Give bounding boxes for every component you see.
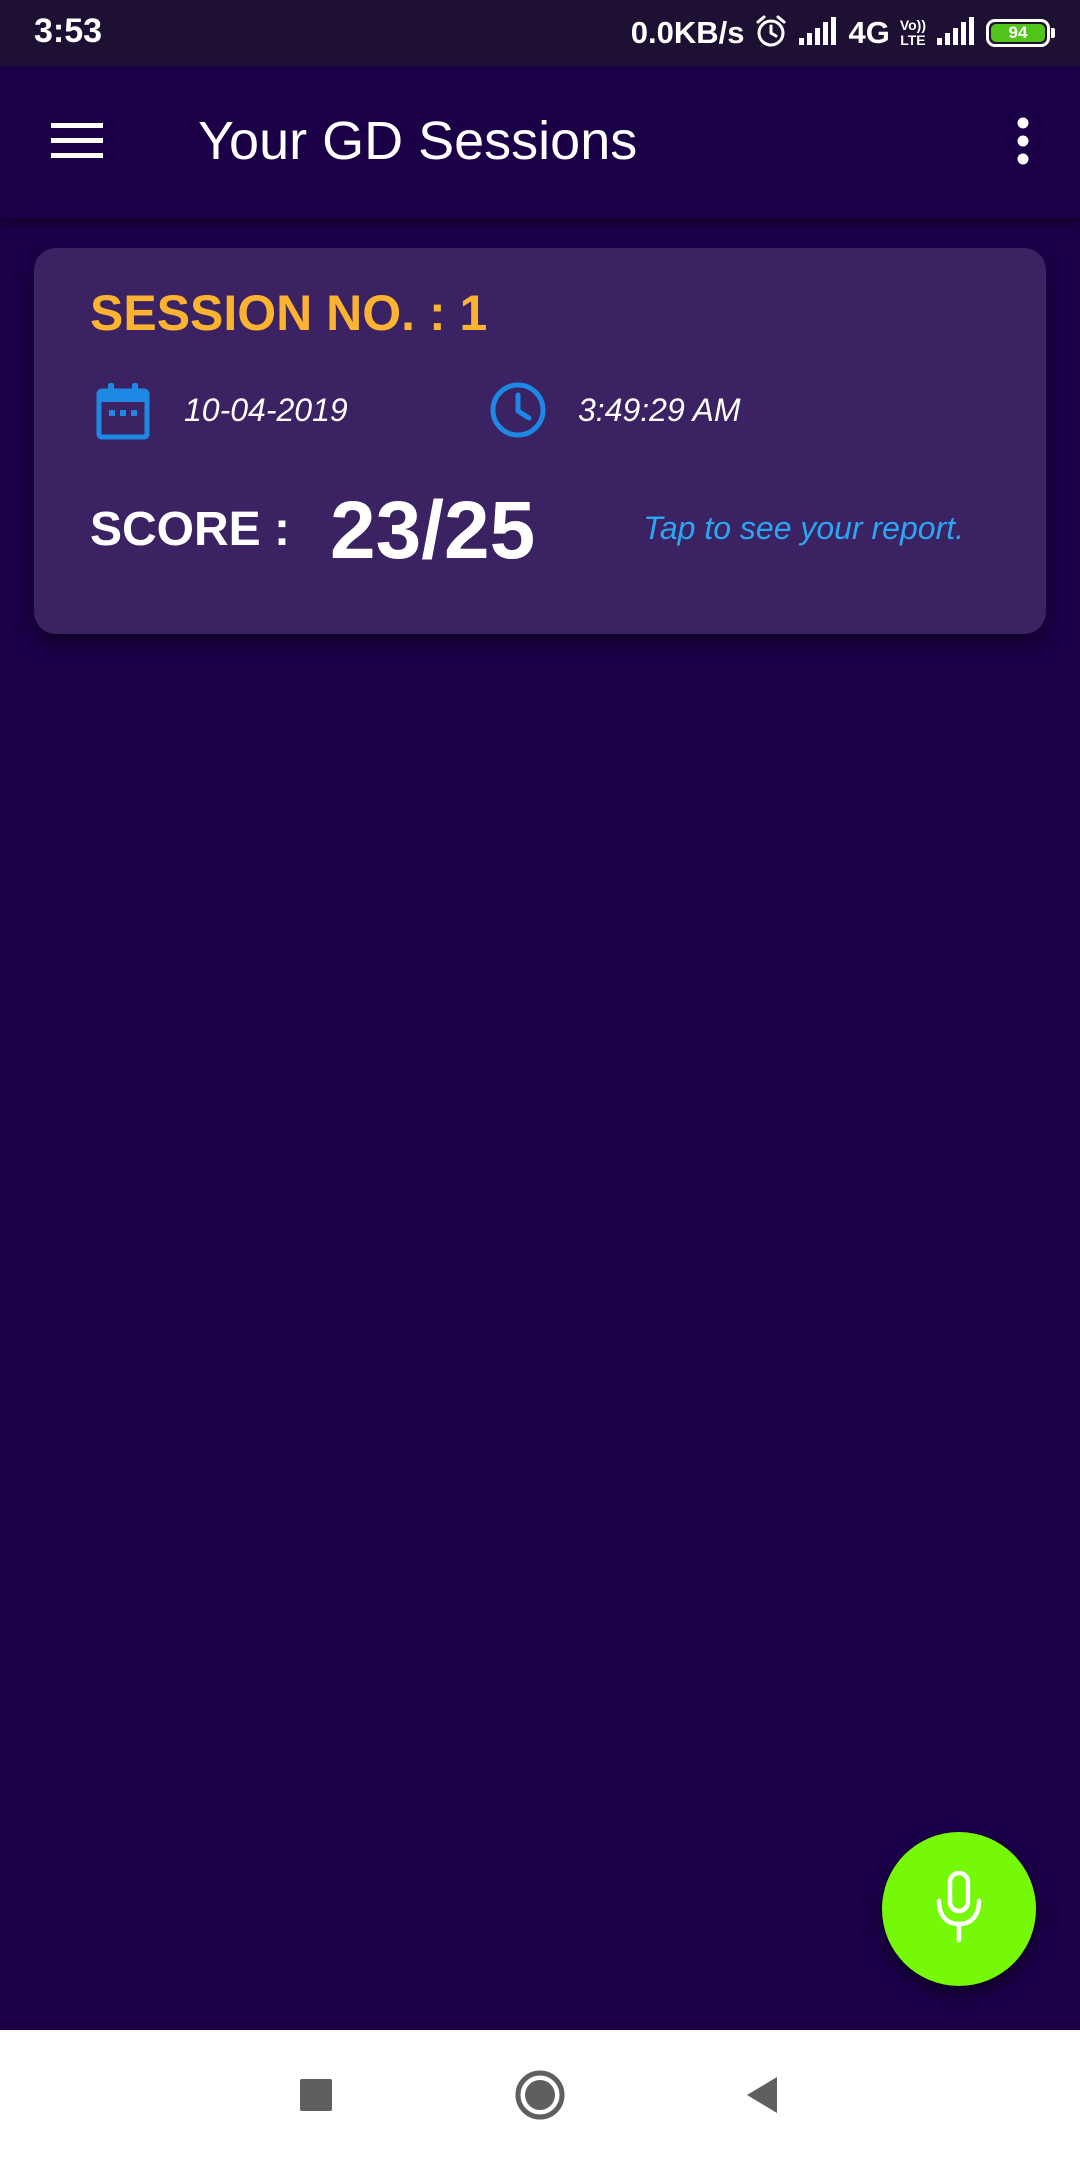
page-title: Your GD Sessions: [198, 111, 638, 171]
status-icons: 0.0KB/s 4G Vo)) LTE 94: [630, 10, 1055, 56]
score-value: 23/25: [330, 485, 536, 576]
battery-level: 94: [991, 23, 1045, 42]
signal-icon: [798, 16, 838, 51]
session-time: 3:49:29 AM: [578, 392, 741, 428]
clock-icon: [488, 380, 548, 440]
report-link[interactable]: Tap to see your report.: [643, 510, 964, 547]
signal-icon: [936, 16, 976, 51]
calendar-icon: [96, 382, 150, 440]
volte-line2: LTE: [900, 32, 926, 48]
session-title: SESSION NO. : 1: [90, 285, 488, 341]
score-label: SCORE :: [90, 503, 291, 556]
status-time: 3:53: [34, 12, 103, 50]
microphone-icon: [934, 1870, 984, 1948]
battery-icon: 94: [986, 19, 1055, 47]
network-speed: 0.0KB/s: [630, 15, 745, 50]
more-vert-icon[interactable]: [988, 106, 1058, 176]
status-bar: 3:53 0.0KB/s 4G Vo)) LTE 94: [0, 0, 1080, 66]
back-icon[interactable]: [727, 2060, 797, 2130]
home-icon[interactable]: [505, 2060, 575, 2130]
hamburger-menu-icon[interactable]: [32, 108, 122, 174]
session-date: 10-04-2019: [184, 392, 348, 428]
session-card[interactable]: SESSION NO. : 1 10-04-2019 3:49:29 AM SC…: [34, 248, 1046, 634]
app-bar: Your GD Sessions: [0, 66, 1080, 218]
volte-icon: Vo)) LTE: [900, 18, 926, 48]
recents-icon[interactable]: [281, 2060, 351, 2130]
navigation-bar: [0, 2030, 1080, 2160]
mic-fab-button[interactable]: [882, 1832, 1036, 1986]
alarm-icon: [754, 14, 788, 53]
volte-line1: Vo)): [899, 17, 926, 33]
network-type: 4G: [848, 15, 890, 50]
